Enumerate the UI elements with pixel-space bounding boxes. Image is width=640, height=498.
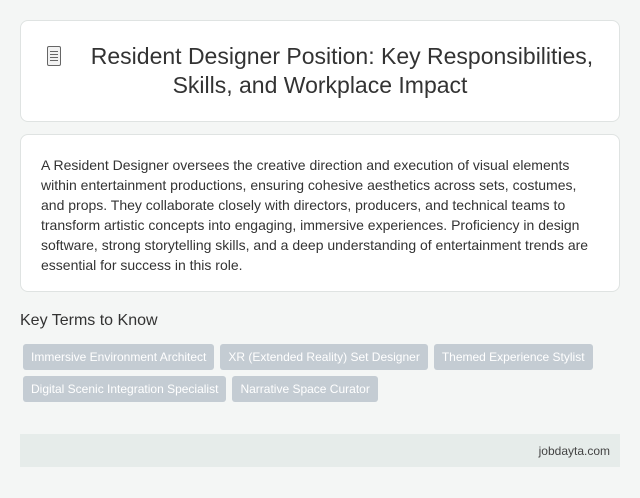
tag-item[interactable]: Immersive Environment Architect [23, 344, 215, 370]
tag-item[interactable]: Themed Experience Stylist [433, 344, 593, 370]
title-card: Resident Designer Position: Key Responsi… [20, 20, 620, 122]
tag-item[interactable]: Digital Scenic Integration Specialist [23, 376, 227, 402]
key-terms-heading: Key Terms to Know [20, 312, 158, 329]
description-text: A Resident Designer oversees the creativ… [41, 157, 589, 273]
key-terms-tags: Immersive Environment Architect XR (Exte… [20, 341, 620, 405]
document-icon [46, 46, 61, 66]
page-title: Resident Designer Position: Key Responsi… [41, 42, 599, 100]
tag-item[interactable]: XR (Extended Reality) Set Designer [220, 344, 428, 370]
footer: jobdayta.com [20, 434, 620, 467]
page-title-text: Resident Designer Position: Key Responsi… [90, 43, 594, 98]
footer-site-link[interactable]: jobdayta.com [539, 444, 610, 458]
description-card: A Resident Designer oversees the creativ… [20, 134, 620, 292]
page: Resident Designer Position: Key Responsi… [0, 0, 640, 498]
tag-item[interactable]: Narrative Space Curator [232, 376, 378, 402]
